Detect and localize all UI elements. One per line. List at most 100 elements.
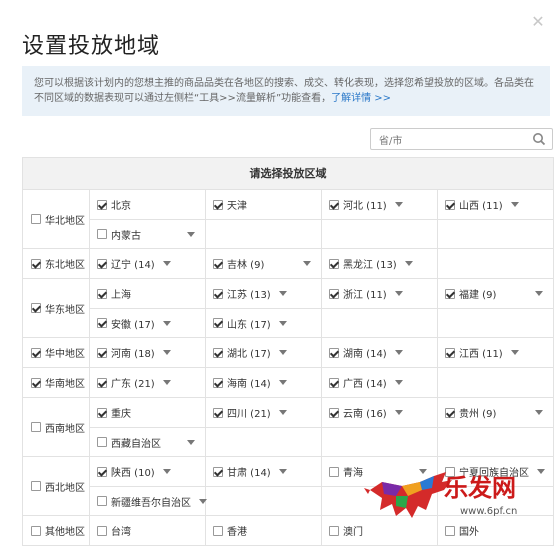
chevron-down-icon[interactable]	[278, 291, 287, 296]
province-cell[interactable]: 四川 (21)	[206, 398, 322, 427]
province-cell[interactable]: 江苏 (13)	[206, 279, 322, 308]
province-cell[interactable]: 新疆维吾尔自治区	[90, 486, 207, 515]
province-cell[interactable]: 云南 (16)	[322, 398, 438, 427]
province-cell[interactable]: 上海	[90, 279, 206, 308]
province-cell[interactable]: 香港	[206, 516, 322, 545]
province-cell[interactable]: 天津	[206, 190, 322, 219]
province-cell[interactable]: 湖北 (17)	[206, 338, 322, 367]
chevron-down-icon[interactable]	[278, 350, 287, 355]
province-cell[interactable]: 江西 (11)	[438, 338, 554, 367]
province-cell[interactable]: 黑龙江 (13)	[322, 249, 438, 278]
checkbox-checked-icon[interactable]	[329, 288, 339, 299]
checkbox-checked-icon[interactable]	[97, 288, 107, 299]
region-checkbox[interactable]: 华中地区	[23, 338, 90, 367]
province-cell[interactable]: 河北 (11)	[322, 190, 438, 219]
search-input[interactable]	[377, 131, 527, 152]
checkbox-checked-icon[interactable]	[31, 258, 41, 269]
province-cell[interactable]: 台湾	[90, 516, 206, 545]
checkbox-icon[interactable]	[31, 525, 41, 536]
checkbox-checked-icon[interactable]	[213, 199, 223, 210]
chevron-down-icon[interactable]	[510, 350, 519, 355]
province-cell[interactable]: 河南 (18)	[90, 338, 206, 367]
checkbox-icon[interactable]	[329, 525, 339, 536]
province-cell[interactable]: 安徽 (17)	[90, 308, 206, 337]
province-cell[interactable]: 浙江 (11)	[322, 279, 438, 308]
checkbox-icon[interactable]	[213, 525, 223, 536]
checkbox-icon[interactable]	[31, 214, 41, 224]
checkbox-checked-icon[interactable]	[97, 407, 107, 418]
chevron-down-icon[interactable]	[394, 291, 403, 296]
province-cell[interactable]: 福建 (9)	[438, 279, 554, 308]
province-cell[interactable]: 广西 (14)	[322, 368, 438, 397]
province-cell[interactable]: 辽宁 (14)	[90, 249, 206, 278]
checkbox-checked-icon[interactable]	[31, 303, 41, 313]
checkbox-checked-icon[interactable]	[97, 258, 107, 269]
checkbox-checked-icon[interactable]	[97, 347, 107, 358]
checkbox-checked-icon[interactable]	[445, 288, 455, 299]
province-cell[interactable]: 湖南 (14)	[322, 338, 438, 367]
checkbox-checked-icon[interactable]	[213, 258, 223, 269]
checkbox-icon[interactable]	[31, 422, 41, 432]
checkbox-checked-icon[interactable]	[213, 347, 223, 358]
region-checkbox[interactable]: 西南地区	[23, 398, 90, 456]
checkbox-checked-icon[interactable]	[97, 318, 107, 328]
checkbox-icon[interactable]	[97, 437, 107, 447]
province-cell[interactable]: 海南 (14)	[206, 368, 322, 397]
province-cell[interactable]: 重庆	[90, 398, 206, 427]
province-cell[interactable]: 陕西 (10)	[90, 457, 206, 486]
checkbox-checked-icon[interactable]	[31, 377, 41, 388]
search-icon[interactable]	[532, 132, 546, 146]
checkbox-checked-icon[interactable]	[445, 407, 455, 418]
chevron-down-icon[interactable]	[278, 320, 287, 326]
checkbox-checked-icon[interactable]	[213, 407, 223, 418]
checkbox-icon[interactable]	[97, 525, 107, 536]
checkbox-checked-icon[interactable]	[445, 347, 455, 358]
chevron-down-icon[interactable]	[278, 469, 287, 474]
checkbox-checked-icon[interactable]	[213, 466, 223, 477]
province-cell[interactable]: 广东 (21)	[90, 368, 206, 397]
region-checkbox[interactable]: 华南地区	[23, 368, 90, 397]
checkbox-checked-icon[interactable]	[329, 199, 339, 210]
region-checkbox[interactable]: 华北地区	[23, 190, 90, 248]
checkbox-checked-icon[interactable]	[329, 258, 339, 269]
province-cell[interactable]: 山东 (17)	[206, 308, 322, 337]
chevron-down-icon[interactable]	[162, 350, 171, 355]
chevron-down-icon[interactable]	[278, 410, 287, 415]
chevron-down-icon[interactable]	[394, 202, 403, 207]
province-cell[interactable]: 山西 (11)	[438, 190, 554, 219]
province-cell[interactable]: 北京	[90, 190, 206, 219]
learn-more-link[interactable]: 了解详情 >>	[331, 93, 391, 104]
province-cell[interactable]: 贵州 (9)	[438, 398, 554, 427]
checkbox-checked-icon[interactable]	[329, 407, 339, 418]
checkbox-icon[interactable]	[97, 229, 107, 239]
checkbox-checked-icon[interactable]	[213, 318, 223, 328]
chevron-down-icon[interactable]	[162, 261, 171, 266]
region-checkbox[interactable]: 其他地区	[23, 516, 90, 545]
chevron-down-icon[interactable]	[394, 410, 403, 415]
chevron-down-icon[interactable]	[187, 440, 195, 445]
close-icon[interactable]: ✕	[530, 14, 546, 30]
chevron-down-icon[interactable]	[278, 380, 287, 385]
chevron-down-icon[interactable]	[162, 469, 171, 474]
checkbox-checked-icon[interactable]	[97, 377, 107, 388]
checkbox-icon[interactable]	[329, 466, 339, 477]
checkbox-checked-icon[interactable]	[213, 288, 223, 299]
chevron-down-icon[interactable]	[535, 410, 543, 415]
region-checkbox[interactable]: 华东地区	[23, 279, 90, 337]
checkbox-checked-icon[interactable]	[31, 347, 41, 358]
checkbox-checked-icon[interactable]	[213, 377, 223, 388]
province-cell[interactable]: 甘肃 (14)	[206, 457, 322, 486]
chevron-down-icon[interactable]	[187, 232, 195, 237]
region-checkbox[interactable]: 西北地区	[23, 457, 90, 515]
checkbox-checked-icon[interactable]	[329, 347, 339, 358]
checkbox-checked-icon[interactable]	[445, 199, 455, 210]
province-cell[interactable]: 吉林 (9)	[206, 249, 322, 278]
chevron-down-icon[interactable]	[394, 350, 403, 355]
chevron-down-icon[interactable]	[394, 380, 403, 385]
chevron-down-icon[interactable]	[404, 261, 413, 266]
checkbox-icon[interactable]	[97, 496, 107, 506]
chevron-down-icon[interactable]	[162, 320, 171, 326]
checkbox-checked-icon[interactable]	[97, 199, 107, 210]
province-cell[interactable]: 西藏自治区	[90, 427, 206, 456]
chevron-down-icon[interactable]	[303, 261, 311, 266]
